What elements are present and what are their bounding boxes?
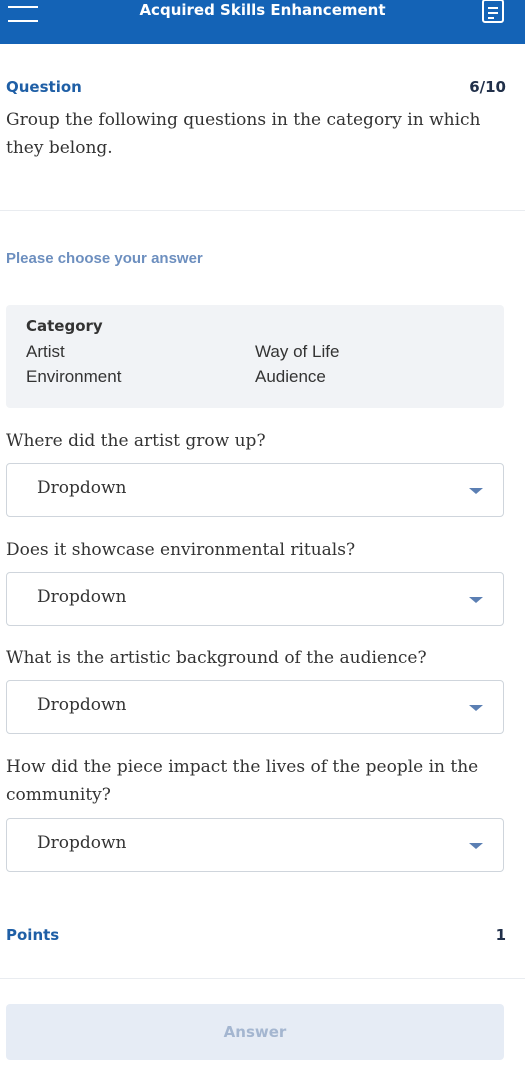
category-box: Category Artist Way of Life Environment … [6, 305, 504, 408]
category-dropdown[interactable]: Dropdown [6, 463, 504, 517]
category-dropdown[interactable]: Dropdown [6, 572, 504, 626]
match-question: How did the piece impact the lives of th… [6, 757, 479, 805]
answer-button[interactable]: Answer [6, 1004, 504, 1060]
top-app-bar: Acquired Skills Enhancement [0, 0, 525, 44]
category-option: Way of Life [255, 342, 340, 361]
dropdown-value: Dropdown [37, 478, 127, 498]
category-dropdown[interactable]: Dropdown [6, 818, 504, 872]
choose-answer-prompt: Please choose your answer [6, 250, 203, 267]
match-question: Does it showcase environmental rituals? [6, 540, 356, 560]
question-label: Question [6, 78, 82, 96]
dropdown-value: Dropdown [37, 587, 127, 607]
chevron-down-icon [469, 597, 483, 603]
category-dropdown[interactable]: Dropdown [6, 680, 504, 734]
points-label: Points [6, 926, 60, 944]
question-header: Question 6/10 [6, 78, 506, 98]
question-counter: 6/10 [469, 78, 506, 96]
chevron-down-icon [469, 488, 483, 494]
match-question: Where did the artist grow up? [6, 431, 266, 451]
category-option: Environment [26, 367, 122, 386]
points-row: Points 1 [6, 926, 506, 946]
category-option: Artist [26, 342, 65, 361]
divider [0, 978, 525, 979]
match-question: What is the artistic background of the a… [6, 648, 427, 668]
divider [0, 210, 525, 211]
question-text: Group the following questions in the cat… [6, 110, 481, 158]
category-title: Category [26, 317, 103, 335]
notes-list-icon[interactable] [480, 0, 506, 24]
dropdown-value: Dropdown [37, 695, 127, 715]
dropdown-value: Dropdown [37, 833, 127, 853]
chevron-down-icon [469, 705, 483, 711]
category-option: Audience [255, 367, 326, 386]
points-value: 1 [495, 926, 506, 944]
chevron-down-icon [469, 843, 483, 849]
app-title: Acquired Skills Enhancement [139, 1, 386, 19]
